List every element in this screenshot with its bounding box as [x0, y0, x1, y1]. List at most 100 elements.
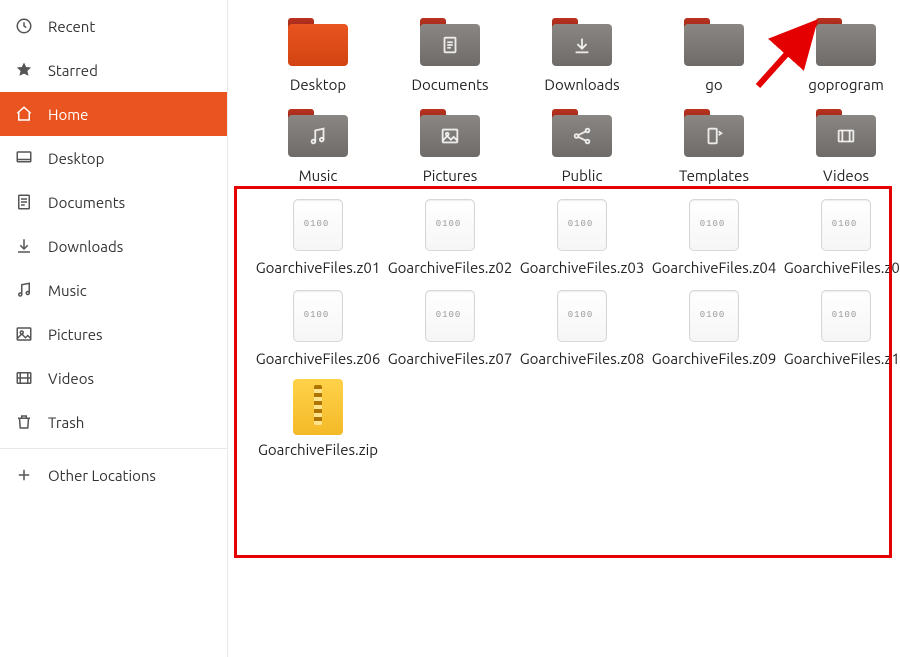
- trash-icon: [14, 412, 34, 432]
- file-z08[interactable]: GoarchiveFiles.z08: [516, 288, 648, 367]
- sidebar-item-home[interactable]: Home: [0, 92, 227, 136]
- sidebar-item-starred[interactable]: Starred: [0, 48, 227, 92]
- folder-label: go: [648, 76, 780, 93]
- folder-desktop[interactable]: Desktop: [252, 14, 384, 93]
- icon-grid: Desktop Documents Downloads go: [228, 10, 900, 458]
- file-label: GoarchiveFiles.z08: [516, 350, 648, 367]
- file-z06[interactable]: GoarchiveFiles.z06: [252, 288, 384, 367]
- sidebar-item-label: Desktop: [48, 150, 104, 167]
- folder-label: goprogram: [780, 76, 900, 93]
- file-z03[interactable]: GoarchiveFiles.z03: [516, 197, 648, 276]
- documents-icon: [14, 192, 34, 212]
- binary-file-icon: [286, 197, 350, 253]
- file-label: GoarchiveFiles.z10: [780, 350, 900, 367]
- sidebar: Recent Starred Home Desktop Documents Do…: [0, 0, 228, 657]
- file-label: GoarchiveFiles.z04: [648, 259, 780, 276]
- binary-file-icon: [814, 288, 878, 344]
- zip-file-icon: [286, 379, 350, 435]
- binary-file-icon: [682, 288, 746, 344]
- file-z01[interactable]: GoarchiveFiles.z01: [252, 197, 384, 276]
- folder-documents[interactable]: Documents: [384, 14, 516, 93]
- sidebar-item-music[interactable]: Music: [0, 268, 227, 312]
- sidebar-item-label: Documents: [48, 194, 125, 211]
- file-label: GoarchiveFiles.z05: [780, 259, 900, 276]
- file-label: GoarchiveFiles.z09: [648, 350, 780, 367]
- folder-label: Public: [516, 167, 648, 184]
- folder-icon: [814, 105, 878, 161]
- sidebar-item-downloads[interactable]: Downloads: [0, 224, 227, 268]
- sidebar-item-label: Trash: [48, 414, 84, 431]
- folder-icon: [418, 105, 482, 161]
- binary-file-icon: [550, 288, 614, 344]
- pictures-icon: [14, 324, 34, 344]
- file-zip[interactable]: GoarchiveFiles.zip: [252, 379, 384, 458]
- music-icon: [14, 280, 34, 300]
- folder-go[interactable]: go: [648, 14, 780, 93]
- folder-videos[interactable]: Videos: [780, 105, 900, 184]
- folder-downloads[interactable]: Downloads: [516, 14, 648, 93]
- sidebar-item-label: Home: [48, 106, 88, 123]
- binary-file-icon: [682, 197, 746, 253]
- file-z10[interactable]: GoarchiveFiles.z10: [780, 288, 900, 367]
- file-label: GoarchiveFiles.z03: [516, 259, 648, 276]
- videos-icon: [14, 368, 34, 388]
- folder-label: Downloads: [516, 76, 648, 93]
- star-icon: [14, 60, 34, 80]
- binary-file-icon: [418, 197, 482, 253]
- desktop-icon: [14, 148, 34, 168]
- folder-templates[interactable]: Templates: [648, 105, 780, 184]
- folder-label: Music: [252, 167, 384, 184]
- file-label: GoarchiveFiles.zip: [252, 441, 384, 458]
- folder-icon: [682, 105, 746, 161]
- folder-public[interactable]: Public: [516, 105, 648, 184]
- sidebar-item-label: Music: [48, 282, 87, 299]
- folder-label: Documents: [384, 76, 516, 93]
- binary-file-icon: [286, 288, 350, 344]
- file-z05[interactable]: GoarchiveFiles.z05: [780, 197, 900, 276]
- binary-file-icon: [418, 288, 482, 344]
- file-label: GoarchiveFiles.z02: [384, 259, 516, 276]
- sidebar-item-pictures[interactable]: Pictures: [0, 312, 227, 356]
- sidebar-item-desktop[interactable]: Desktop: [0, 136, 227, 180]
- downloads-icon: [14, 236, 34, 256]
- folder-icon: [682, 14, 746, 70]
- sidebar-item-label: Videos: [48, 370, 94, 387]
- sidebar-item-label: Pictures: [48, 326, 103, 343]
- sidebar-item-label: Starred: [48, 62, 98, 79]
- folder-icon: [550, 14, 614, 70]
- sidebar-item-videos[interactable]: Videos: [0, 356, 227, 400]
- sidebar-item-documents[interactable]: Documents: [0, 180, 227, 224]
- sidebar-item-label: Downloads: [48, 238, 123, 255]
- folder-music[interactable]: Music: [252, 105, 384, 184]
- folder-icon: [418, 14, 482, 70]
- plus-icon: [14, 465, 34, 485]
- clock-icon: [14, 16, 34, 36]
- sidebar-separator: [0, 448, 227, 449]
- file-label: GoarchiveFiles.z07: [384, 350, 516, 367]
- home-icon: [14, 104, 34, 124]
- sidebar-item-label: Other Locations: [48, 467, 156, 484]
- folder-icon: [550, 105, 614, 161]
- folder-icon: [286, 14, 350, 70]
- folder-icon: [286, 105, 350, 161]
- folder-label: Templates: [648, 167, 780, 184]
- folder-icon: [814, 14, 878, 70]
- file-z09[interactable]: GoarchiveFiles.z09: [648, 288, 780, 367]
- sidebar-item-label: Recent: [48, 18, 95, 35]
- file-z07[interactable]: GoarchiveFiles.z07: [384, 288, 516, 367]
- folder-label: Desktop: [252, 76, 384, 93]
- folder-pictures[interactable]: Pictures: [384, 105, 516, 184]
- binary-file-icon: [814, 197, 878, 253]
- file-z04[interactable]: GoarchiveFiles.z04: [648, 197, 780, 276]
- sidebar-item-recent[interactable]: Recent: [0, 4, 227, 48]
- folder-goprogram[interactable]: goprogram: [780, 14, 900, 93]
- file-label: GoarchiveFiles.z06: [252, 350, 384, 367]
- content-area: Desktop Documents Downloads go: [228, 0, 900, 657]
- folder-label: Pictures: [384, 167, 516, 184]
- file-label: GoarchiveFiles.z01: [252, 259, 384, 276]
- file-z02[interactable]: GoarchiveFiles.z02: [384, 197, 516, 276]
- sidebar-item-other-locations[interactable]: Other Locations: [0, 453, 227, 497]
- folder-label: Videos: [780, 167, 900, 184]
- binary-file-icon: [550, 197, 614, 253]
- sidebar-item-trash[interactable]: Trash: [0, 400, 227, 444]
